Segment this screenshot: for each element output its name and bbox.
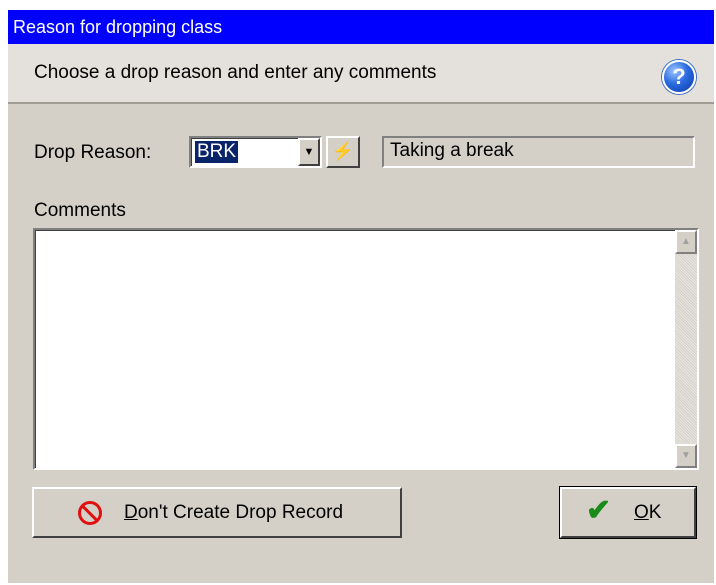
dont-create-text: on't Create Drop Record <box>137 502 344 523</box>
comments-scrollbar[interactable]: ▲ ▼ <box>675 230 697 468</box>
drop-reason-combobox[interactable]: BRK ▼ <box>189 136 322 168</box>
ok-mnemonic: O <box>634 502 649 523</box>
window-title: Reason for dropping class <box>13 17 223 37</box>
dont-create-label: Don't Create Drop Record <box>124 502 343 524</box>
dont-create-drop-record-button[interactable]: Don't Create Drop Record <box>32 487 402 538</box>
drop-reason-code[interactable]: BRK <box>195 141 239 163</box>
comments-textarea[interactable]: ▲ ▼ <box>33 228 699 470</box>
drop-reason-label: Drop Reason: <box>34 142 152 163</box>
comments-label: Comments <box>34 200 126 221</box>
header-instructions: Choose a drop reason and enter any comme… <box>34 62 437 83</box>
dialog-header: Choose a drop reason and enter any comme… <box>8 44 714 104</box>
checkmark-icon: ✔ <box>586 494 612 527</box>
lightning-icon: ⚡ <box>331 141 355 161</box>
ok-text: K <box>648 502 662 523</box>
chevron-down-icon[interactable]: ▼ <box>298 138 320 166</box>
ok-label: OK <box>634 502 661 524</box>
help-icon[interactable]: ? <box>662 60 696 94</box>
lookup-button[interactable]: ⚡ <box>326 136 360 168</box>
title-bar: Reason for dropping class <box>8 10 714 44</box>
drop-reason-dialog: Reason for dropping class Choose a drop … <box>8 10 714 583</box>
dont-create-mnemonic: D <box>124 502 138 523</box>
no-entry-icon <box>78 501 102 525</box>
scroll-up-icon[interactable]: ▲ <box>675 230 697 254</box>
drop-reason-description: Taking a break <box>382 136 695 168</box>
scroll-down-icon[interactable]: ▼ <box>675 444 697 468</box>
ok-button[interactable]: ✔ OK <box>559 486 697 539</box>
